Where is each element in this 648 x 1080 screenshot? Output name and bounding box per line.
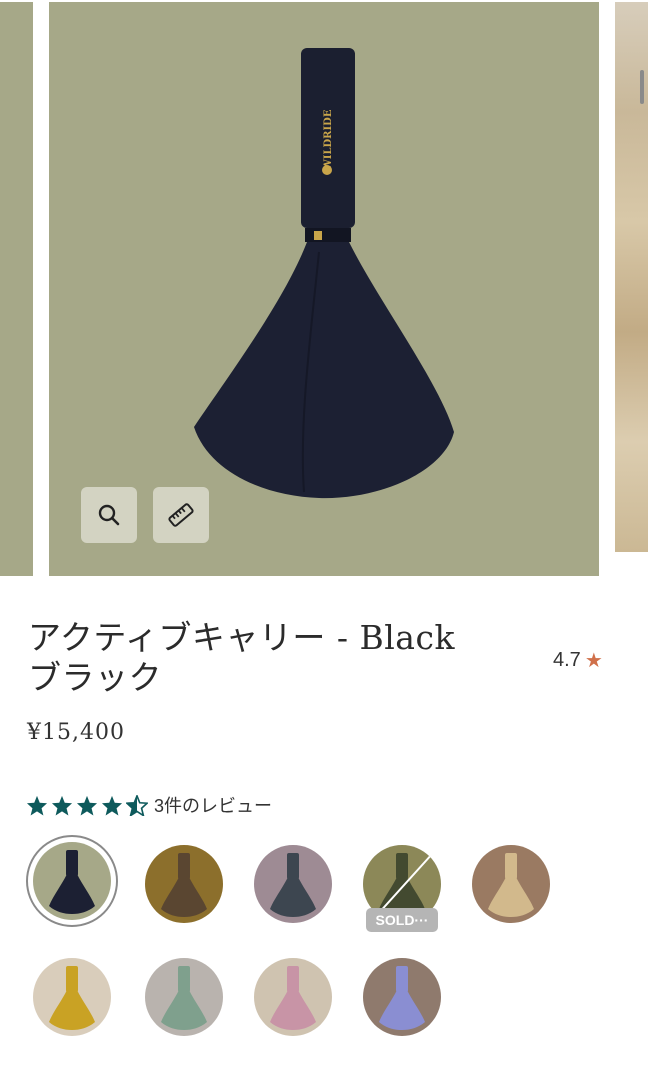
gallery-main-slide[interactable]: WILDRIDE xyxy=(49,2,599,576)
product-title: アクティブキャリー - Black ブラック xyxy=(28,618,528,698)
product-price: ¥15,400 xyxy=(27,720,125,745)
color-swatch-mustard[interactable] xyxy=(33,958,111,1036)
color-swatch-black[interactable] xyxy=(33,842,111,920)
brand-text: WILDRIDE xyxy=(323,109,334,171)
product-rating: 4.7 ★ xyxy=(553,648,603,673)
star-full-icon xyxy=(76,795,98,816)
star-half-icon xyxy=(126,794,148,816)
scroll-indicator xyxy=(640,70,644,104)
gallery-prev-slide[interactable] xyxy=(0,2,33,576)
review-stars xyxy=(26,794,148,816)
magnifier-icon xyxy=(98,504,120,526)
color-swatch-sand[interactable] xyxy=(472,845,550,923)
color-swatch-brown[interactable] xyxy=(145,845,223,923)
size-guide-button[interactable] xyxy=(153,487,209,543)
star-full-icon xyxy=(51,795,73,816)
ruler-icon xyxy=(168,503,194,527)
product-gallery[interactable]: WILDRIDE xyxy=(0,0,648,580)
star-icon: ★ xyxy=(584,650,603,672)
star-full-icon xyxy=(26,795,48,816)
zoom-button[interactable] xyxy=(81,487,137,543)
product-title-line1: アクティブキャリー - Black xyxy=(28,618,455,657)
review-summary[interactable]: 3件のレビュー xyxy=(26,792,272,818)
review-count-link[interactable]: 3件のレビュー xyxy=(154,792,272,818)
color-swatch-sage[interactable] xyxy=(145,958,223,1036)
product-title-line2: ブラック xyxy=(28,658,162,697)
sold-out-badge: SOLD··· xyxy=(366,908,438,932)
color-swatch-grey[interactable] xyxy=(254,845,332,923)
color-swatch-lavender[interactable] xyxy=(363,958,441,1036)
color-swatch-pink[interactable] xyxy=(254,958,332,1036)
star-full-icon xyxy=(101,795,123,816)
rating-value: 4.7 xyxy=(553,649,581,671)
